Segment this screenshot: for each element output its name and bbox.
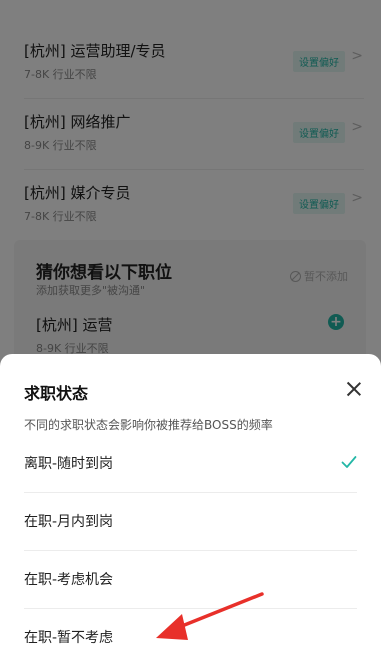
sheet-description: 不同的求职状态会影响你被推荐给BOSS的频率 [24,418,273,432]
close-icon[interactable] [343,378,365,400]
status-option-label: 离职-随时到岗 [24,456,114,472]
sheet-title: 求职状态 [24,384,89,403]
status-option-not-considering[interactable]: 在职-暂不考虑 [24,609,357,663]
status-option-leave-anytime[interactable]: 离职-随时到岗 [24,435,357,493]
check-icon [341,456,357,468]
job-status-sheet: 求职状态 不同的求职状态会影响你被推荐给BOSS的频率 离职-随时到岗 在职-月… [0,354,381,663]
status-option-within-month[interactable]: 在职-月内到岗 [24,493,357,551]
status-option-label: 在职-月内到岗 [24,514,114,530]
status-option-label: 在职-暂不考虑 [24,630,114,646]
status-option-considering[interactable]: 在职-考虑机会 [24,551,357,609]
status-option-label: 在职-考虑机会 [24,572,114,588]
